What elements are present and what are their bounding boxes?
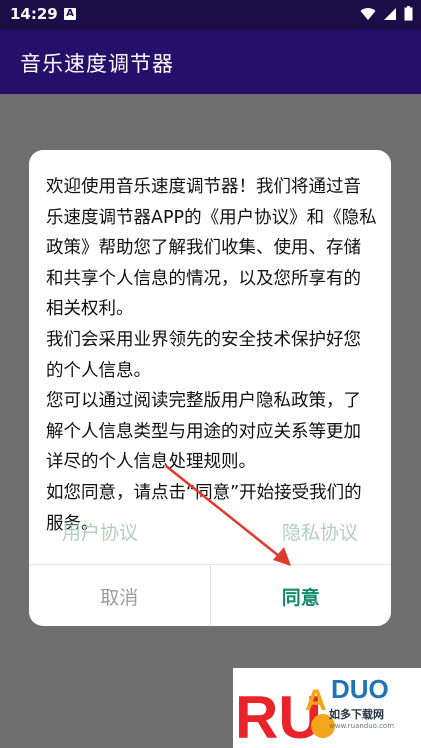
watermark: RU A DUO 如多下载网 www.ruanduo.com (233, 668, 421, 748)
watermark-cn: 如多下载网 (329, 708, 384, 721)
svg-text:A: A (305, 684, 327, 717)
ruanduo-logo: RU A DUO (235, 674, 389, 748)
watermark-url: www.ruanduo.com (329, 722, 395, 730)
svg-text:DUO: DUO (331, 674, 389, 704)
red-arrow-annotation (165, 465, 291, 566)
